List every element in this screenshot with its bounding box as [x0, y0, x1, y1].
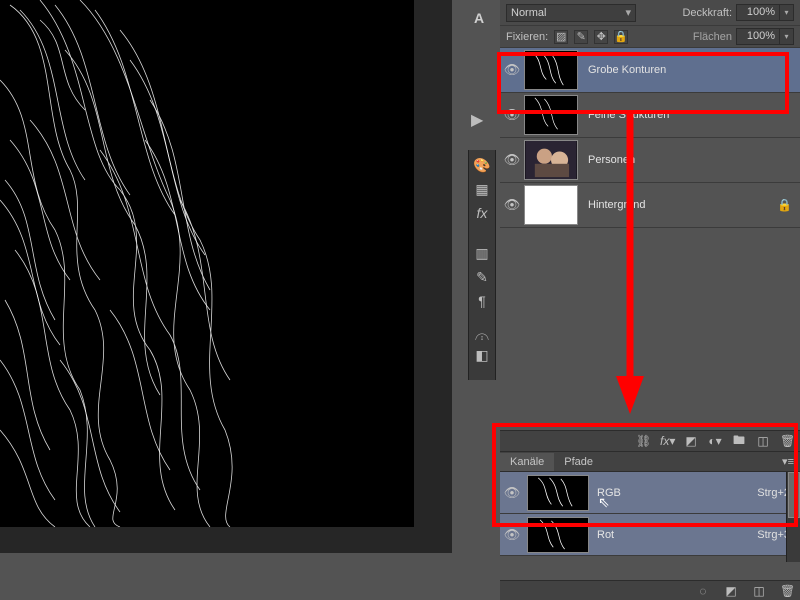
visibility-eye-icon[interactable]: 👁: [500, 197, 524, 213]
lock-label: Fixieren:: [506, 31, 548, 43]
opacity-value[interactable]: 100%: [736, 4, 780, 21]
channel-row-rgb[interactable]: 👁 RGB Strg+2 ⇖: [500, 472, 800, 514]
fill-label: Flächen: [693, 31, 732, 43]
visibility-eye-icon[interactable]: 👁: [500, 152, 524, 168]
link-layers-icon[interactable]: ⛓: [636, 434, 650, 448]
lock-all-icon[interactable]: 🔒: [614, 30, 628, 44]
tab-pfade[interactable]: Pfade: [554, 453, 603, 471]
layer-list: 👁 Grobe Konturen 👁 Feine Strukturen 👁 Pe…: [500, 48, 800, 228]
layer-name[interactable]: Grobe Konturen: [588, 64, 792, 76]
lock-position-icon[interactable]: ✥: [594, 30, 608, 44]
layer-mask-icon[interactable]: ◩: [684, 434, 698, 448]
layers-panel-footer: ⛓ fx▾ ◩ ◐▾ 🖿 ◫ 🗑: [500, 430, 800, 452]
lock-image-icon[interactable]: ✎: [574, 30, 588, 44]
panel-menu-icon[interactable]: ▾≡: [782, 455, 800, 468]
group-icon[interactable]: 🖿: [732, 431, 746, 452]
visibility-eye-icon[interactable]: 👁: [500, 107, 524, 123]
adjustment-layer-icon[interactable]: ◐▾: [708, 434, 722, 448]
layer-fx-icon[interactable]: fx▾: [660, 434, 674, 448]
actions-play-icon[interactable]: ▶: [471, 110, 483, 130]
adjustments-icon[interactable]: fx: [472, 204, 492, 222]
fill-dropdown-icon[interactable]: ▾: [780, 28, 794, 45]
document-image[interactable]: [0, 0, 414, 527]
histogram-icon[interactable]: ▥: [472, 244, 492, 262]
visibility-eye-icon[interactable]: 👁: [500, 62, 524, 78]
lock-transparency-icon[interactable]: ▨: [554, 30, 568, 44]
layer-name[interactable]: Personen: [588, 154, 792, 166]
layer-name[interactable]: Hintergrund: [588, 199, 777, 211]
layer-row-grobe-konturen[interactable]: 👁 Grobe Konturen: [500, 48, 800, 93]
channel-row-rot[interactable]: 👁 Rot Strg+3: [500, 514, 800, 556]
layer-thumbnail[interactable]: [524, 185, 578, 225]
layer-thumbnail[interactable]: [524, 50, 578, 90]
visibility-eye-icon[interactable]: 👁: [500, 485, 524, 501]
save-selection-icon[interactable]: ◩: [724, 584, 738, 598]
channels-scrollbar[interactable]: [786, 472, 800, 562]
layer-thumbnail[interactable]: [524, 140, 578, 180]
channel-thumbnail[interactable]: [527, 475, 589, 511]
layer-row-personen[interactable]: 👁 Personen: [500, 138, 800, 183]
character-panel-icon[interactable]: A: [474, 10, 484, 26]
channels-tabs: Kanäle Pfade ▾≡: [500, 452, 800, 472]
channel-name: Rot: [597, 529, 614, 541]
tab-kanaele[interactable]: Kanäle: [500, 453, 554, 471]
panel-dock-2: ◧: [468, 340, 496, 370]
layer-blend-row: Normal Deckkraft: 100% ▾: [500, 0, 800, 26]
new-channel-icon[interactable]: ◫: [752, 584, 766, 598]
opacity-label: Deckkraft:: [682, 7, 732, 19]
layer-row-hintergrund[interactable]: 👁 Hintergrund 🔒: [500, 183, 800, 228]
notes-icon[interactable]: ✎: [472, 268, 492, 286]
lock-icon: 🔒: [777, 198, 792, 212]
layer-thumbnail[interactable]: [524, 95, 578, 135]
navigator-icon[interactable]: ◧: [472, 346, 492, 364]
opacity-dropdown-icon[interactable]: ▾: [780, 4, 794, 21]
load-selection-icon[interactable]: ◌: [696, 584, 710, 598]
canvas-area[interactable]: [0, 0, 452, 553]
visibility-eye-icon[interactable]: 👁: [500, 527, 524, 543]
fill-value[interactable]: 100%: [736, 28, 780, 45]
channel-thumbnail[interactable]: [527, 517, 589, 553]
blend-mode-select[interactable]: Normal: [506, 4, 636, 22]
glyphs-icon[interactable]: ¶: [472, 292, 492, 310]
channels-panel: Kanäle Pfade ▾≡ 👁 RGB Strg+2 ⇖ 👁 Rot Str…: [500, 452, 800, 556]
layer-lock-row: Fixieren: ▨ ✎ ✥ 🔒 Flächen 100% ▾: [500, 26, 800, 48]
blend-mode-value: Normal: [511, 7, 546, 19]
layer-row-feine-strukturen[interactable]: 👁 Feine Strukturen: [500, 93, 800, 138]
layer-name[interactable]: Feine Strukturen: [588, 109, 792, 121]
delete-channel-icon[interactable]: 🗑: [780, 584, 794, 598]
swatches-icon[interactable]: 🎨: [472, 156, 492, 174]
channel-name: RGB: [597, 487, 621, 499]
styles-icon[interactable]: ▦: [472, 180, 492, 198]
scrollbar-thumb[interactable]: [788, 472, 800, 518]
new-layer-icon[interactable]: ◫: [756, 434, 770, 448]
channels-panel-footer: ◌ ◩ ◫ 🗑: [500, 580, 800, 600]
delete-layer-icon[interactable]: 🗑: [780, 434, 794, 448]
right-panels: A ▶ 🎨 ▦ fx ▥ ✎ ¶ ⓘ ◧ Normal Deckkraft: 1…: [452, 0, 800, 600]
